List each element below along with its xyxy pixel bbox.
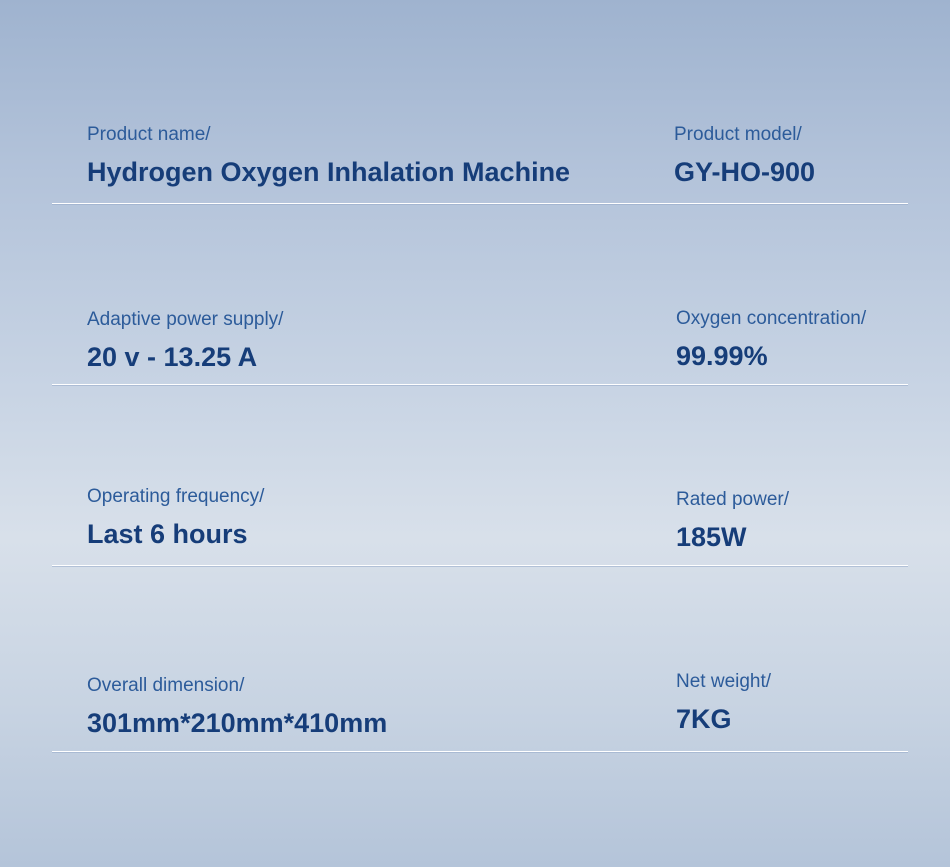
spec-row-product: Product name/ Hydrogen Oxygen Inhalation… [52,118,908,204]
spec-row-operation: Operating frequency/ Last 6 hours Rated … [52,480,908,566]
spec-row-power: Adaptive power supply/ 20 v - 13.25 A Ox… [52,300,908,385]
spec-label: Rated power/ [676,489,790,510]
spec-label: Oxygen concentration/ [676,308,867,329]
spec-label: Product name/ [87,124,211,145]
row-divider [52,384,908,385]
spec-label: Adaptive power supply/ [87,309,284,330]
spec-value: 301mm*210mm*410mm [87,708,388,738]
spec-oxygen-concentration: Oxygen concentration/ 99.99% [676,308,866,372]
row-divider [52,203,908,204]
spec-value: 7KG [676,704,732,734]
spec-value: Hydrogen Oxygen Inhalation Machine [87,157,571,187]
spec-operating-frequency: Operating frequency/ Last 6 hours [87,486,264,550]
spec-row-physical: Overall dimension/ 301mm*210mm*410mm Net… [52,666,908,752]
spec-net-weight: Net weight/ 7KG [676,671,771,735]
spec-value: 185W [676,522,747,552]
row-divider [52,565,908,566]
spec-value: GY-HO-900 [674,157,816,187]
spec-label: Operating frequency/ [87,486,265,507]
spec-label: Overall dimension/ [87,675,245,696]
spec-product-model: Product model/ GY-HO-900 [674,124,815,188]
spec-overall-dimension: Overall dimension/ 301mm*210mm*410mm [87,675,387,739]
spec-product-name: Product name/ Hydrogen Oxygen Inhalation… [87,124,570,188]
spec-value: 20 v - 13.25 A [87,342,258,372]
spec-value: Last 6 hours [87,519,248,549]
spec-rated-power: Rated power/ 185W [676,489,789,553]
spec-label: Product model/ [674,124,802,145]
row-divider [52,751,908,752]
spec-adaptive-power-supply: Adaptive power supply/ 20 v - 13.25 A [87,309,283,373]
spec-value: 99.99% [676,341,768,371]
spec-label: Net weight/ [676,671,772,692]
